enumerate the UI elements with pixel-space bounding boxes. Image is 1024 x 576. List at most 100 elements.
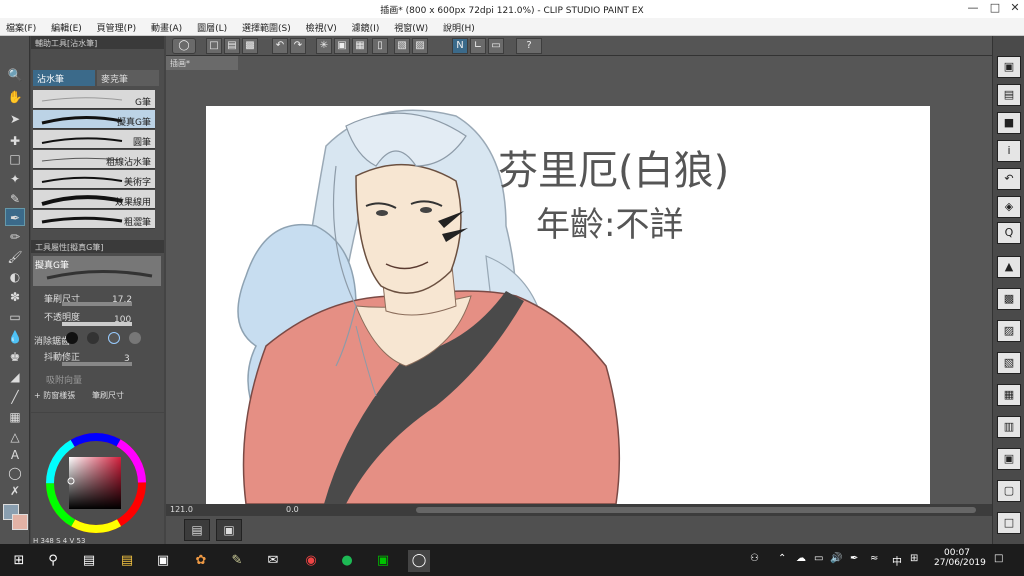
fill-icon[interactable]: ▣ (334, 38, 350, 54)
sub-color-swatch[interactable] (12, 514, 28, 530)
balloon-tool-icon[interactable]: ◯ (5, 464, 25, 482)
stabilize-slider[interactable] (62, 362, 132, 366)
undo-icon[interactable]: ↶ (272, 38, 288, 54)
brush-item[interactable]: 效果線用 (33, 190, 155, 209)
material-pattern-icon[interactable]: ▣ (997, 448, 1021, 470)
snap-guide-icon[interactable]: ∟ (470, 38, 486, 54)
deselect-icon[interactable]: ▧ (394, 38, 410, 54)
menu-help[interactable]: 說明(H) (437, 18, 481, 34)
eyedropper-icon[interactable]: ✎ (5, 190, 25, 208)
color-wheel[interactable] (41, 425, 161, 545)
material-brush-icon[interactable]: ▢ (997, 480, 1021, 502)
menu-file[interactable]: 檔案(F) (0, 18, 42, 34)
chrome-icon[interactable]: ◉ (300, 550, 322, 572)
opacity-slider[interactable] (62, 322, 132, 326)
pencil-tool-icon[interactable]: ✏ (5, 228, 25, 246)
brush-item[interactable]: 粗澀筆 (33, 210, 155, 229)
snap-grid-icon[interactable]: ▭ (488, 38, 504, 54)
close-icon[interactable]: ✕ (1004, 1, 1024, 16)
crop-icon[interactable]: ▯ (372, 38, 388, 54)
gradient-tool-icon[interactable]: ◢ (5, 368, 25, 386)
blend-tool-icon[interactable]: 💧 (5, 328, 25, 346)
airbrush-icon[interactable]: ◐ (5, 268, 25, 286)
operation-tool-icon[interactable]: ➤ (5, 110, 25, 128)
people-icon[interactable]: ⚇ (750, 553, 759, 564)
search-icon[interactable]: Q (997, 222, 1021, 244)
tab-marker[interactable]: 麥克筆 (97, 70, 159, 86)
correct-line-icon[interactable]: ✗ (5, 482, 25, 500)
line-icon[interactable]: ▣ (372, 550, 394, 572)
open-file-icon[interactable]: ▤ (224, 38, 240, 54)
pen-tool-icon[interactable]: ✒ (5, 208, 25, 226)
zoom-tool-icon[interactable]: 🔍 (5, 66, 25, 84)
brush-item[interactable]: G筆 (33, 90, 155, 109)
brush-tool-icon[interactable]: 🖌 (5, 248, 25, 266)
sub-view-icon[interactable]: ▤ (997, 84, 1021, 106)
camera-icon[interactable]: ▣ (216, 519, 242, 541)
tray-chevron-icon[interactable]: ⌃ (778, 553, 786, 564)
decoration-tool-icon[interactable]: ✽ (5, 288, 25, 306)
menu-selection[interactable]: 選擇範圍(S) (236, 18, 297, 34)
menu-edit[interactable]: 編輯(E) (45, 18, 88, 34)
spotify-icon[interactable]: ● (336, 550, 358, 572)
auto-action-icon[interactable]: ◈ (997, 196, 1021, 218)
clip-studio-icon[interactable]: ◯ (172, 38, 196, 54)
layer-property-icon[interactable]: ▲ (997, 256, 1021, 278)
menu-animation[interactable]: 動畫(A) (145, 18, 188, 34)
battery-icon[interactable]: ▭ (814, 553, 823, 564)
menu-layer[interactable]: 圖層(L) (191, 18, 233, 34)
fill-tool-icon[interactable]: ♚ (5, 348, 25, 366)
notepad-icon[interactable]: ✎ (226, 550, 248, 572)
clock[interactable]: 00:07 27/06/2019 (934, 548, 986, 568)
selection-tool-icon[interactable]: □ (5, 150, 25, 168)
minimize-icon[interactable]: — (962, 1, 984, 16)
info-icon[interactable]: i (997, 140, 1021, 162)
menu-filter[interactable]: 濾鏡(I) (346, 18, 386, 34)
wifi-icon[interactable]: ≈ (870, 553, 878, 564)
snap-ruler-icon[interactable]: N (452, 38, 468, 54)
menu-page[interactable]: 頁管理(P) (91, 18, 142, 34)
text-tool-icon[interactable]: A (5, 446, 25, 464)
shortcut-left[interactable]: + 防窗樣張 (34, 390, 84, 402)
layer-icon[interactable]: ▩ (997, 288, 1021, 310)
auto-select-icon[interactable]: ✦ (5, 170, 25, 188)
brush-item[interactable]: 圓筆 (33, 130, 155, 149)
ime-indicator[interactable]: 中 (892, 553, 902, 568)
photos-icon[interactable]: ✿ (190, 550, 212, 572)
help-icon[interactable]: ? (516, 38, 542, 54)
new-file-icon[interactable]: □ (206, 38, 222, 54)
pen-tray-icon[interactable]: ✒ (850, 553, 858, 564)
material-image-icon[interactable]: ▦ (997, 384, 1021, 406)
ruler-tool-icon[interactable]: △ (5, 428, 25, 446)
move-layer-icon[interactable]: ✚ (5, 132, 25, 150)
navigator-icon[interactable]: ▣ (997, 56, 1021, 78)
maximize-icon[interactable]: □ (984, 1, 1006, 16)
anti-alias-options[interactable] (66, 332, 152, 346)
task-view-icon[interactable]: ▤ (78, 550, 100, 572)
material-3d-icon[interactable]: ▥ (997, 416, 1021, 438)
menu-view[interactable]: 檢視(V) (300, 18, 343, 34)
notification-icon[interactable]: □ (994, 553, 1003, 564)
quick-access-icon[interactable]: ▧ (997, 352, 1021, 374)
material-icon[interactable]: ■ (997, 112, 1021, 134)
angle-value[interactable]: 0.0 (286, 505, 299, 514)
brush-item[interactable]: 美術字 (33, 170, 155, 189)
cloud-icon[interactable]: ☁ (796, 553, 806, 564)
clip-studio-taskbar-icon[interactable]: ◯ (408, 550, 430, 572)
file-explorer-icon[interactable]: ▤ (116, 550, 138, 572)
layer-search-icon[interactable]: ▨ (997, 320, 1021, 342)
input-mode-icon[interactable]: ⊞ (910, 553, 918, 564)
tab-dip-pen[interactable]: 沾水筆 (33, 70, 95, 86)
brush-item[interactable]: 粗線沾水筆 (33, 150, 155, 169)
clear-icon[interactable]: ✳ (316, 38, 332, 54)
mail-icon[interactable]: ✉ (262, 550, 284, 572)
volume-icon[interactable]: 🔊 (830, 553, 842, 564)
history-icon[interactable]: ↶ (997, 168, 1021, 190)
timeline-icon[interactable]: ▤ (184, 519, 210, 541)
transform-icon[interactable]: ▦ (352, 38, 368, 54)
eraser-icon[interactable]: ▭ (5, 308, 25, 326)
tab-canvas[interactable]: 插画* (166, 56, 238, 70)
brush-item[interactable]: 擬真G筆 (33, 110, 155, 129)
canvas-paper[interactable]: 芬里厄(白狼) 年齡:不詳 (206, 106, 930, 504)
material-all-icon[interactable]: □ (997, 512, 1021, 534)
